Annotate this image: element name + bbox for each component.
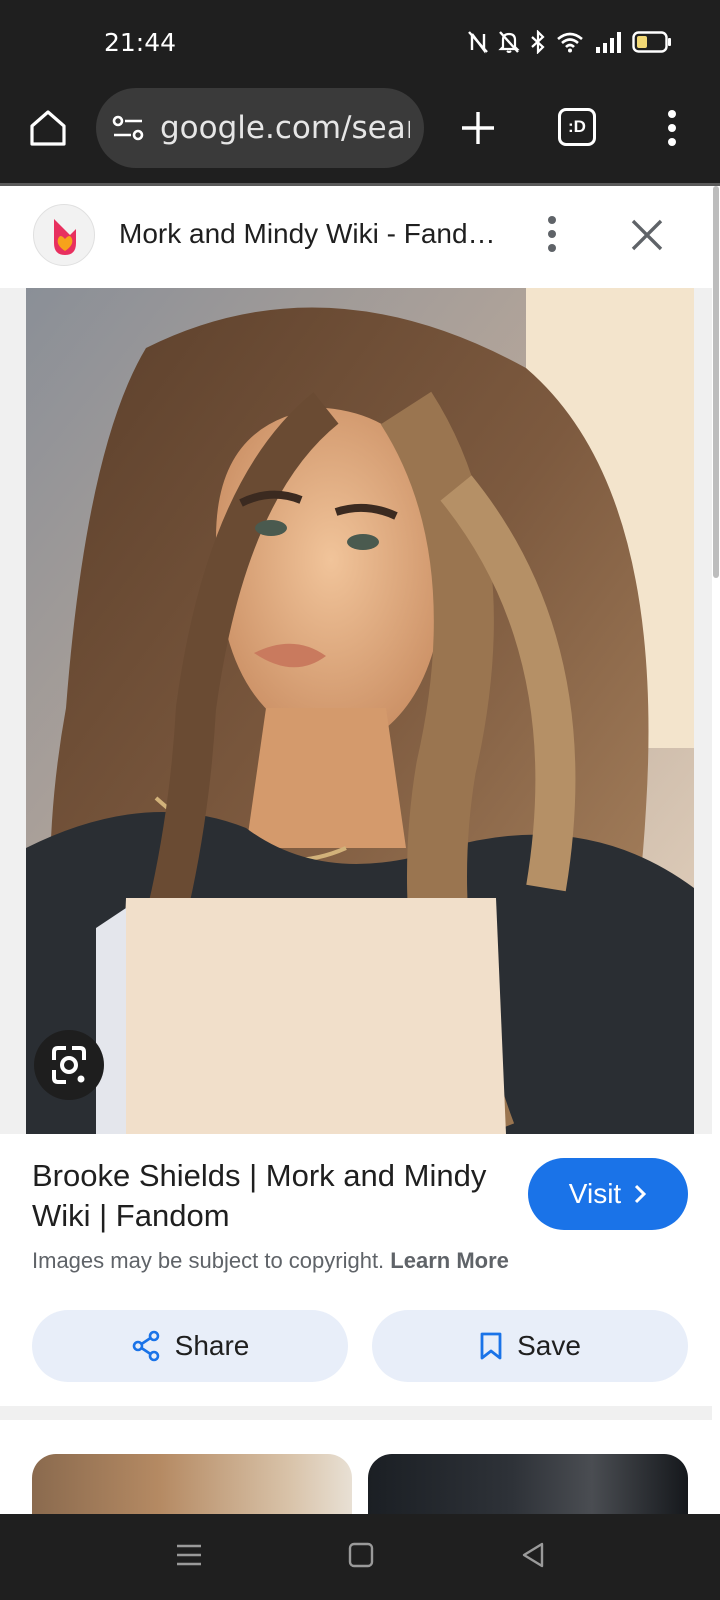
site-favicon — [33, 204, 95, 266]
result-image[interactable] — [26, 288, 694, 1134]
system-navigation-bar — [0, 1514, 720, 1600]
browser-toolbar: google.com/search :D — [0, 88, 720, 184]
home-nav-button[interactable] — [348, 1542, 374, 1573]
related-image-thumbnail[interactable] — [32, 1454, 352, 1514]
bookmark-icon — [480, 1332, 502, 1360]
google-lens-button[interactable] — [34, 1030, 104, 1100]
save-button[interactable]: Save — [372, 1310, 688, 1382]
share-icon — [132, 1330, 159, 1362]
square-icon — [348, 1542, 374, 1568]
mute-icon — [498, 30, 520, 54]
lens-icon — [52, 1046, 86, 1084]
close-button[interactable] — [630, 218, 664, 252]
save-label: Save — [517, 1330, 581, 1361]
home-button[interactable] — [26, 106, 70, 150]
scrollbar-thumb[interactable] — [713, 186, 719, 578]
back-button[interactable] — [520, 1542, 546, 1573]
menu-icon — [177, 1544, 201, 1566]
recents-button[interactable] — [176, 1542, 202, 1573]
nfc-icon — [468, 30, 488, 54]
section-divider — [0, 1406, 712, 1420]
status-icons — [468, 30, 672, 54]
back-triangle-icon — [522, 1542, 544, 1568]
close-icon — [631, 219, 663, 251]
visit-button[interactable]: Visit — [528, 1158, 688, 1230]
more-options-button[interactable] — [540, 210, 564, 258]
site-title[interactable]: Mork and Mindy Wiki - Fandom — [119, 218, 499, 250]
tune-icon[interactable] — [112, 114, 144, 147]
status-bar: 21:44 — [0, 0, 720, 88]
result-title[interactable]: Brooke Shields | Mork and Mindy Wiki | F… — [32, 1156, 492, 1236]
status-time: 21:44 — [104, 28, 177, 57]
more-vert-icon — [668, 110, 676, 146]
browser-menu-button[interactable] — [660, 106, 684, 150]
visit-label: Visit — [568, 1178, 622, 1209]
bluetooth-icon — [530, 30, 546, 54]
tabs-count: :D — [568, 117, 586, 136]
fandom-logo-icon — [54, 219, 76, 255]
battery-icon — [632, 31, 672, 53]
copyright-notice: Images may be subject to copyright. Lear… — [32, 1248, 509, 1274]
learn-more-link[interactable]: Learn More — [390, 1248, 509, 1273]
url-text[interactable]: google.com/search — [160, 110, 410, 146]
new-tab-button[interactable] — [456, 106, 500, 150]
related-image-thumbnail[interactable] — [368, 1454, 688, 1514]
share-button[interactable]: Share — [32, 1310, 348, 1382]
image-viewer-header: Mork and Mindy Wiki - Fandom — [0, 186, 712, 288]
chevron-right-icon — [635, 1184, 647, 1204]
image-container — [0, 288, 712, 1134]
plus-icon — [462, 112, 494, 144]
url-bar[interactable]: google.com/search — [96, 88, 424, 168]
copyright-text: Images may be subject to copyright. — [32, 1248, 385, 1273]
tab-switcher-button[interactable]: :D — [558, 108, 596, 146]
more-vert-icon — [548, 216, 556, 252]
share-label: Share — [174, 1330, 250, 1361]
wifi-icon — [556, 31, 584, 53]
signal-icon — [594, 31, 622, 53]
home-icon — [30, 110, 66, 146]
